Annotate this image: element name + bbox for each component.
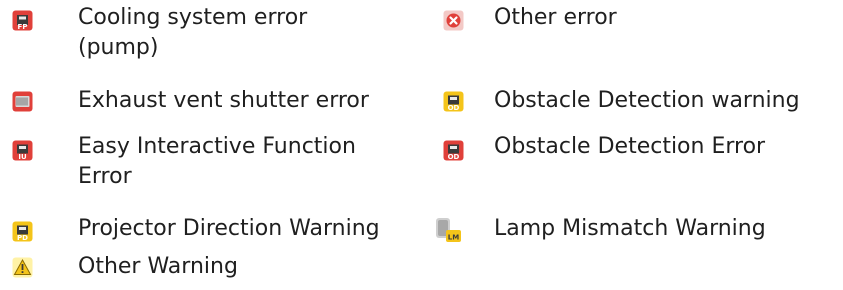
lm-icon: LM xyxy=(432,217,462,243)
item-label: Exhaust vent shutter error xyxy=(78,88,369,113)
item-label: Other Warning xyxy=(78,254,238,279)
iu-icon: IU xyxy=(12,140,33,161)
svg-text:LM: LM xyxy=(448,234,459,242)
svg-text:FP: FP xyxy=(18,23,28,31)
pd-icon: PD xyxy=(12,221,33,242)
svg-text:IU: IU xyxy=(18,153,27,161)
od-warning-icon: OD xyxy=(443,91,464,112)
svg-text:OD: OD xyxy=(448,153,460,161)
shutter-icon xyxy=(12,91,33,112)
svg-text:PD: PD xyxy=(17,234,28,242)
svg-text:OD: OD xyxy=(448,104,460,112)
x-icon xyxy=(443,10,464,31)
item-label: Obstacle Detection warning xyxy=(494,88,800,113)
item-label: Obstacle Detection Error xyxy=(494,134,766,159)
item-label: Cooling system error (pump) xyxy=(78,5,308,60)
item-label: Other error xyxy=(494,5,617,30)
warning-triangle-icon xyxy=(12,257,33,278)
item-label: Projector Direction Warning xyxy=(78,216,380,241)
od-error-icon: OD xyxy=(443,140,464,161)
fp-icon: FP xyxy=(12,10,33,31)
item-label: Easy Interactive Function Error xyxy=(78,134,356,189)
item-label: Lamp Mismatch Warning xyxy=(494,216,766,241)
